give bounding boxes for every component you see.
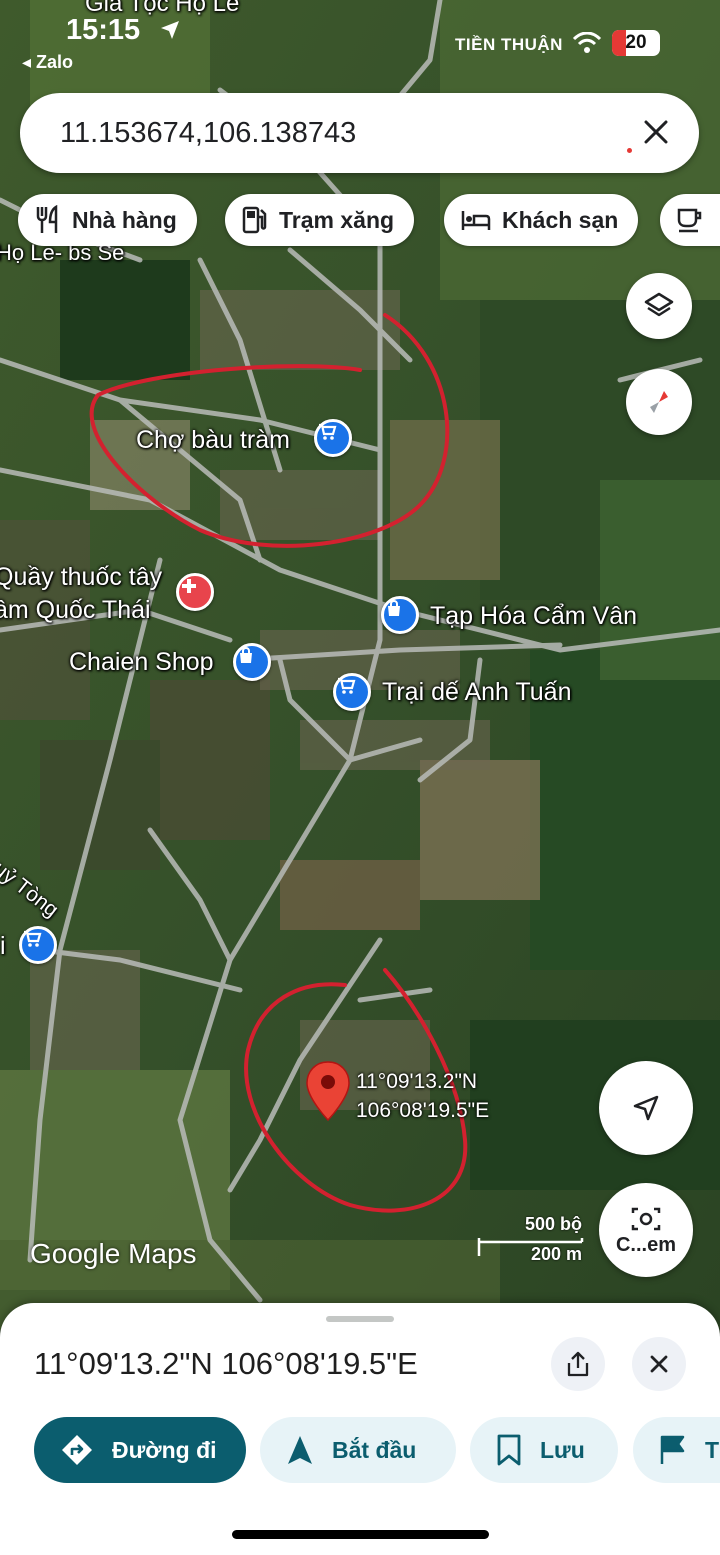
place-label-pharmacy-line1[interactable]: Quầy thuốc tây — [0, 563, 162, 592]
close-icon[interactable] — [637, 113, 675, 151]
bookmark-icon — [497, 1434, 521, 1466]
scale-meter-label: 200 m — [530, 1244, 582, 1264]
place-label-left-shop[interactable]: i — [0, 932, 6, 961]
save-label: Lưu — [540, 1436, 585, 1463]
camera-lens-icon — [631, 1207, 661, 1230]
pin-coordinates-label: 11°09'13.2"N 106°08'19.5"E — [356, 1067, 489, 1125]
chip-hotels[interactable]: Khách sạn — [444, 194, 639, 246]
shopping-cart-pin-icon[interactable] — [19, 926, 57, 964]
chip-label: Trạm xăng — [279, 206, 395, 233]
pharmacy-pin-icon[interactable] — [176, 573, 214, 611]
wifi-icon — [572, 32, 602, 53]
battery-level: 20 — [625, 32, 647, 53]
cursor-dot — [627, 148, 632, 153]
label-button[interactable]: T — [633, 1417, 720, 1483]
shopping-bag-pin-icon[interactable] — [233, 643, 271, 681]
directions-button[interactable]: Đường đi — [34, 1417, 246, 1483]
carrier-name: TIỀN THUẬN — [455, 35, 563, 54]
location-arrow-icon — [161, 21, 179, 39]
directions-icon — [62, 1435, 92, 1465]
chip-gas-stations[interactable]: Trạm xăng — [225, 194, 415, 246]
coffee-icon — [677, 208, 702, 233]
pin-longitude: 106°08'19.5"E — [356, 1099, 490, 1122]
map-scale: 500 bộ 200 m — [476, 1212, 586, 1268]
compass-button[interactable] — [626, 369, 692, 435]
flag-icon — [660, 1435, 685, 1464]
status-time: 15:15 — [66, 14, 141, 46]
shopping-cart-pin-icon[interactable] — [314, 419, 352, 457]
camera-search-button[interactable]: C...em — [599, 1183, 693, 1277]
shopping-bag-pin-icon[interactable] — [381, 596, 419, 634]
restaurant-icon — [36, 205, 58, 233]
home-indicator[interactable] — [232, 1530, 489, 1539]
navigation-arrow-icon — [633, 1095, 659, 1121]
search-input[interactable]: 11.153674,106.138743 — [60, 117, 356, 150]
place-label-cricket-farm[interactable]: Trại dế Anh Tuấn — [382, 678, 571, 707]
google-maps-logo: Google Maps — [30, 1238, 197, 1269]
place-bottom-sheet[interactable]: 11°09'13.2"N 106°08'19.5"E Đường đi Bắt … — [0, 1303, 720, 1555]
share-button[interactable] — [551, 1337, 605, 1391]
share-icon — [567, 1351, 589, 1377]
start-button[interactable]: Bắt đầu — [260, 1417, 456, 1483]
layers-button[interactable] — [626, 273, 692, 339]
shopping-cart-pin-icon[interactable] — [333, 673, 371, 711]
pin-latitude: 11°09'13.2"N — [356, 1070, 478, 1093]
start-label: Bắt đầu — [332, 1436, 417, 1463]
place-label-chaien-shop[interactable]: Chaien Shop — [69, 648, 214, 677]
camera-label: C...em — [615, 1233, 677, 1256]
chip-label: Nhà hàng — [72, 206, 177, 233]
place-label-market[interactable]: Chợ bàu tràm — [136, 426, 290, 455]
dropped-pin-icon[interactable] — [305, 1060, 351, 1124]
my-location-button[interactable] — [599, 1061, 693, 1155]
back-to-app-link[interactable]: ◂ Zalo — [22, 52, 73, 73]
battery-indicator: 20 — [612, 30, 660, 56]
place-title: 11°09'13.2"N 106°08'19.5"E — [34, 1346, 418, 1381]
chip-coffee[interactable] — [660, 194, 720, 246]
close-sheet-button[interactable] — [632, 1337, 686, 1391]
scale-feet-label: 500 bộ — [524, 1214, 582, 1234]
search-bar[interactable]: 11.153674,106.138743 — [20, 93, 699, 173]
label-label: T — [705, 1436, 720, 1463]
place-label-pharmacy-line2[interactable]: âm Quốc Thái — [0, 596, 151, 625]
navigation-arrow-icon — [288, 1436, 312, 1464]
sheet-drag-handle[interactable] — [326, 1316, 394, 1322]
chip-restaurants[interactable]: Nhà hàng — [18, 194, 197, 246]
hotel-icon — [461, 211, 491, 230]
layers-icon — [644, 292, 674, 317]
save-button[interactable]: Lưu — [470, 1417, 618, 1483]
close-icon — [650, 1355, 668, 1373]
chip-label: Khách sạn — [502, 206, 619, 233]
gas-station-icon — [242, 206, 267, 234]
compass-icon — [650, 391, 668, 413]
place-label-grocery[interactable]: Tạp Hóa Cẩm Vân — [430, 602, 637, 631]
directions-label: Đường đi — [112, 1436, 217, 1463]
